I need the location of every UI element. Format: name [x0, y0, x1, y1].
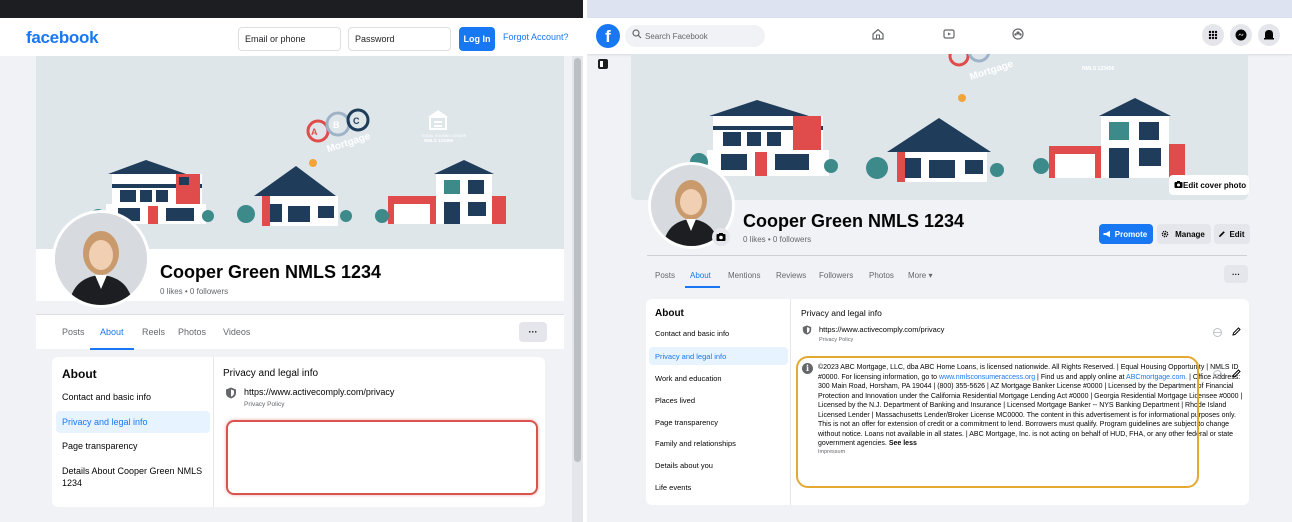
more-options-button[interactable]: ··· — [519, 322, 547, 342]
pencil-icon[interactable] — [1231, 368, 1242, 379]
empty-disclosure-highlight — [226, 420, 538, 495]
home-icon[interactable] — [871, 27, 885, 41]
privacy-policy-label: Privacy Policy — [819, 337, 854, 343]
notifications-button[interactable] — [1258, 24, 1280, 46]
groups-icon[interactable] — [1011, 27, 1025, 41]
login-button[interactable]: Log In — [459, 27, 495, 51]
section-title: Privacy and legal info — [223, 368, 319, 379]
about-sidebar: About Contact and basic info Privacy and… — [52, 357, 214, 507]
cover-nmls-number: NMLS 123456 — [424, 138, 454, 143]
cover-nmls-number: NMLS 123456 — [1082, 66, 1114, 72]
left-browser-window: facebook Log In Forgot Account? A B C Mo… — [0, 0, 583, 522]
page-stats: 0 likes • 0 followers — [160, 287, 229, 296]
about-item-contact[interactable]: Contact and basic info — [649, 324, 788, 342]
avatar-portrait — [55, 213, 147, 305]
about-item-details[interactable]: Details about you — [649, 456, 788, 474]
tab-reels[interactable]: Reels — [142, 327, 165, 337]
shield-icon — [802, 325, 812, 335]
facebook-f-icon[interactable]: f — [596, 24, 620, 48]
logo-letter-b: B — [333, 120, 340, 130]
logo-letter-c: C — [353, 116, 360, 126]
cover-sun-dot — [309, 159, 317, 167]
about-item-family[interactable]: Family and relationships — [649, 434, 788, 452]
about-item-transparency[interactable]: Page transparency — [649, 413, 788, 431]
page-title: Cooper Green NMLS 1234 — [743, 211, 965, 231]
about-item-details[interactable]: Details About Cooper Green NMLS 1234 — [56, 465, 210, 497]
camera-icon — [716, 233, 726, 241]
page-title: Cooper Green NMLS 1234 — [160, 262, 382, 282]
about-item-places[interactable]: Places lived — [649, 391, 788, 409]
more-options-button[interactable]: ··· — [1224, 265, 1248, 283]
about-item-work[interactable]: Work and education — [649, 369, 788, 387]
header-divider — [647, 255, 1247, 256]
about-item-life-events[interactable]: Life events — [649, 478, 788, 496]
pencil-icon — [1219, 231, 1225, 237]
window-top-strip — [587, 0, 1292, 18]
tab-followers[interactable]: Followers — [819, 271, 853, 280]
logo-letter-a: A — [311, 127, 318, 137]
sidebar-toggle-icon[interactable] — [597, 58, 609, 70]
facebook-header: f — [587, 18, 1292, 54]
video-icon[interactable] — [942, 27, 956, 41]
tab-posts[interactable]: Posts — [62, 327, 85, 337]
gear-icon — [1161, 230, 1169, 238]
shield-icon — [226, 387, 236, 399]
tab-photos[interactable]: Photos — [178, 327, 206, 337]
update-photo-button[interactable] — [712, 228, 730, 246]
about-item-transparency[interactable]: Page transparency — [56, 435, 210, 457]
page-stats: 0 likes • 0 followers — [743, 235, 812, 244]
pencil-icon[interactable] — [1231, 326, 1242, 337]
about-card: About Contact and basic info Privacy and… — [52, 357, 545, 507]
profile-tabs: Posts About Reels Photos Videos ··· — [36, 314, 564, 350]
tab-about[interactable]: About — [100, 327, 124, 337]
tab-posts[interactable]: Posts — [655, 271, 675, 280]
privacy-policy-link[interactable]: https://www.activecomply.com/privacy — [819, 325, 944, 334]
window-top-bar — [0, 0, 583, 18]
about-heading: About — [655, 308, 684, 319]
facebook-logo[interactable]: facebook — [26, 28, 99, 48]
active-tab-indicator — [685, 286, 720, 288]
right-browser-window: f Search Facebook Mortgage NMLS 123456 E… — [587, 0, 1292, 522]
cover-sun-dot — [958, 94, 966, 102]
about-item-privacy[interactable]: Privacy and legal info — [56, 411, 210, 433]
tab-mentions[interactable]: Mentions — [728, 271, 760, 280]
tab-about[interactable]: About — [690, 271, 711, 280]
logged-out-header: facebook Log In Forgot Account? — [0, 18, 583, 56]
globe-icon — [1213, 328, 1222, 337]
about-item-privacy[interactable]: Privacy and legal info — [649, 347, 788, 365]
privacy-policy-label: Privacy Policy — [244, 401, 285, 408]
messenger-icon — [1235, 29, 1247, 41]
megaphone-icon — [1103, 230, 1110, 238]
about-sidebar: About Contact and basic info Privacy and… — [646, 299, 791, 505]
tab-reviews[interactable]: Reviews — [776, 271, 806, 280]
about-item-contact[interactable]: Contact and basic info — [56, 386, 210, 408]
menu-button[interactable] — [1202, 24, 1224, 46]
messenger-button[interactable] — [1230, 24, 1252, 46]
active-tab-indicator — [90, 348, 134, 350]
scrollbar-thumb[interactable] — [574, 58, 581, 462]
forgot-account-link[interactable]: Forgot Account? — [503, 32, 569, 42]
tab-more[interactable]: More ▾ — [908, 271, 932, 280]
email-field[interactable] — [238, 27, 341, 51]
grid-menu-icon — [1208, 30, 1218, 40]
disclosure-highlight — [796, 356, 1199, 488]
section-title: Privacy and legal info — [801, 308, 882, 318]
bell-icon — [1264, 30, 1274, 40]
tab-videos[interactable]: Videos — [223, 327, 250, 337]
profile-avatar[interactable] — [52, 210, 150, 308]
privacy-policy-link[interactable]: https://www.activecomply.com/privacy — [244, 387, 394, 397]
camera-icon — [1174, 181, 1183, 188]
search-input[interactable] — [625, 25, 765, 47]
globe-icon — [1213, 370, 1222, 379]
tab-photos[interactable]: Photos — [869, 271, 894, 280]
password-field[interactable] — [348, 27, 451, 51]
about-heading: About — [62, 367, 97, 381]
search-icon — [632, 29, 642, 39]
